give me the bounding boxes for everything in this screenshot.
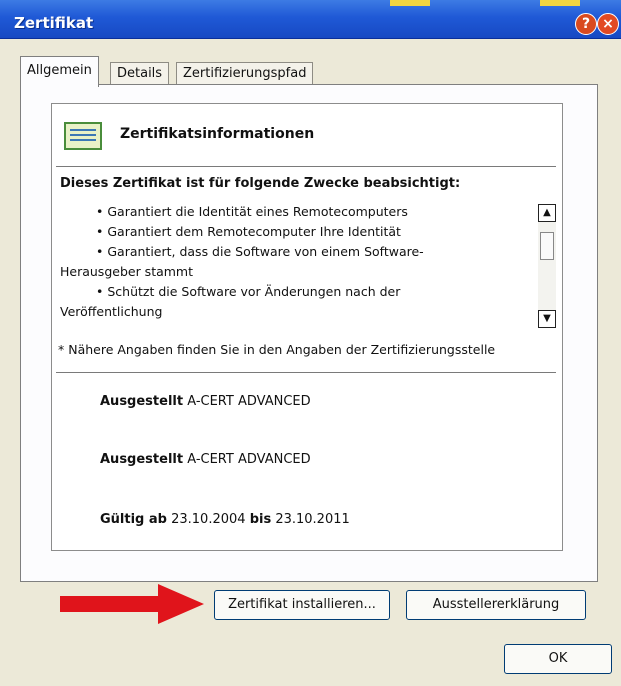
divider: [56, 372, 556, 373]
list-item: • Schützt die Software vor Änderungen na…: [96, 284, 401, 299]
scroll-up-icon[interactable]: ▲: [538, 204, 556, 222]
scroll-thumb[interactable]: [540, 232, 554, 260]
issuer-note: * Nähere Angaben finden Sie in den Angab…: [58, 342, 496, 357]
purpose-list: • Garantiert die Identität eines Remotec…: [60, 202, 532, 330]
tab-zertifizierungspfad[interactable]: Zertifizierungspfad: [176, 62, 314, 85]
issued-to-value: A-CERT ADVANCED: [187, 394, 311, 409]
certificate-info-title: Zertifikatsinformationen: [120, 126, 315, 142]
list-item: Veröffentlichung: [60, 304, 163, 319]
window-title: Zertifikat: [14, 14, 94, 32]
valid-to-value: 23.10.2011: [275, 512, 350, 527]
titlebar-decoration: [390, 0, 430, 6]
divider: [56, 166, 556, 167]
certificate-info-box: Zertifikatsinformationen Dieses Zertifik…: [51, 103, 563, 551]
close-button[interactable]: ×: [597, 13, 619, 35]
list-item: • Garantiert, dass die Software von eine…: [96, 244, 424, 259]
purpose-scrollbar[interactable]: ▲ ▼: [538, 204, 556, 328]
list-item: • Garantiert dem Remotecomputer Ihre Ide…: [96, 224, 401, 239]
ok-button[interactable]: OK: [504, 644, 612, 674]
tab-allgemein[interactable]: Allgemein: [20, 56, 99, 87]
red-arrow-icon: [60, 584, 204, 624]
certificate-icon: [64, 122, 102, 150]
list-item: Herausgeber stammt: [60, 264, 194, 279]
purpose-heading: Dieses Zertifikat ist für folgende Zweck…: [60, 176, 461, 191]
valid-to-label: bis: [249, 512, 272, 527]
validity-row: Gültig ab 23.10.2004 bis 23.10.2011: [100, 512, 350, 527]
issued-by-value: A-CERT ADVANCED: [187, 452, 311, 467]
tab-details[interactable]: Details: [110, 62, 170, 85]
scroll-down-icon[interactable]: ▼: [538, 310, 556, 328]
list-item: • Garantiert die Identität eines Remotec…: [96, 204, 408, 219]
titlebar-decoration: [540, 0, 580, 6]
tab-panel-general: Zertifikatsinformationen Dieses Zertifik…: [20, 84, 598, 582]
valid-from-label: Gültig ab: [100, 512, 167, 527]
help-button[interactable]: ?: [575, 13, 597, 35]
install-certificate-button[interactable]: Zertifikat installieren...: [214, 590, 390, 620]
issued-to-row: Ausgestellt A-CERT ADVANCED: [100, 394, 311, 409]
issued-to-label: Ausgestellt: [100, 394, 184, 409]
valid-from-value: 23.10.2004: [171, 512, 246, 527]
issued-by-label: Ausgestellt: [100, 452, 184, 467]
issued-by-row: Ausgestellt A-CERT ADVANCED: [100, 452, 311, 467]
title-bar: Zertifikat ? ×: [0, 0, 621, 39]
issuer-statement-button[interactable]: Ausstellererklärung: [406, 590, 586, 620]
